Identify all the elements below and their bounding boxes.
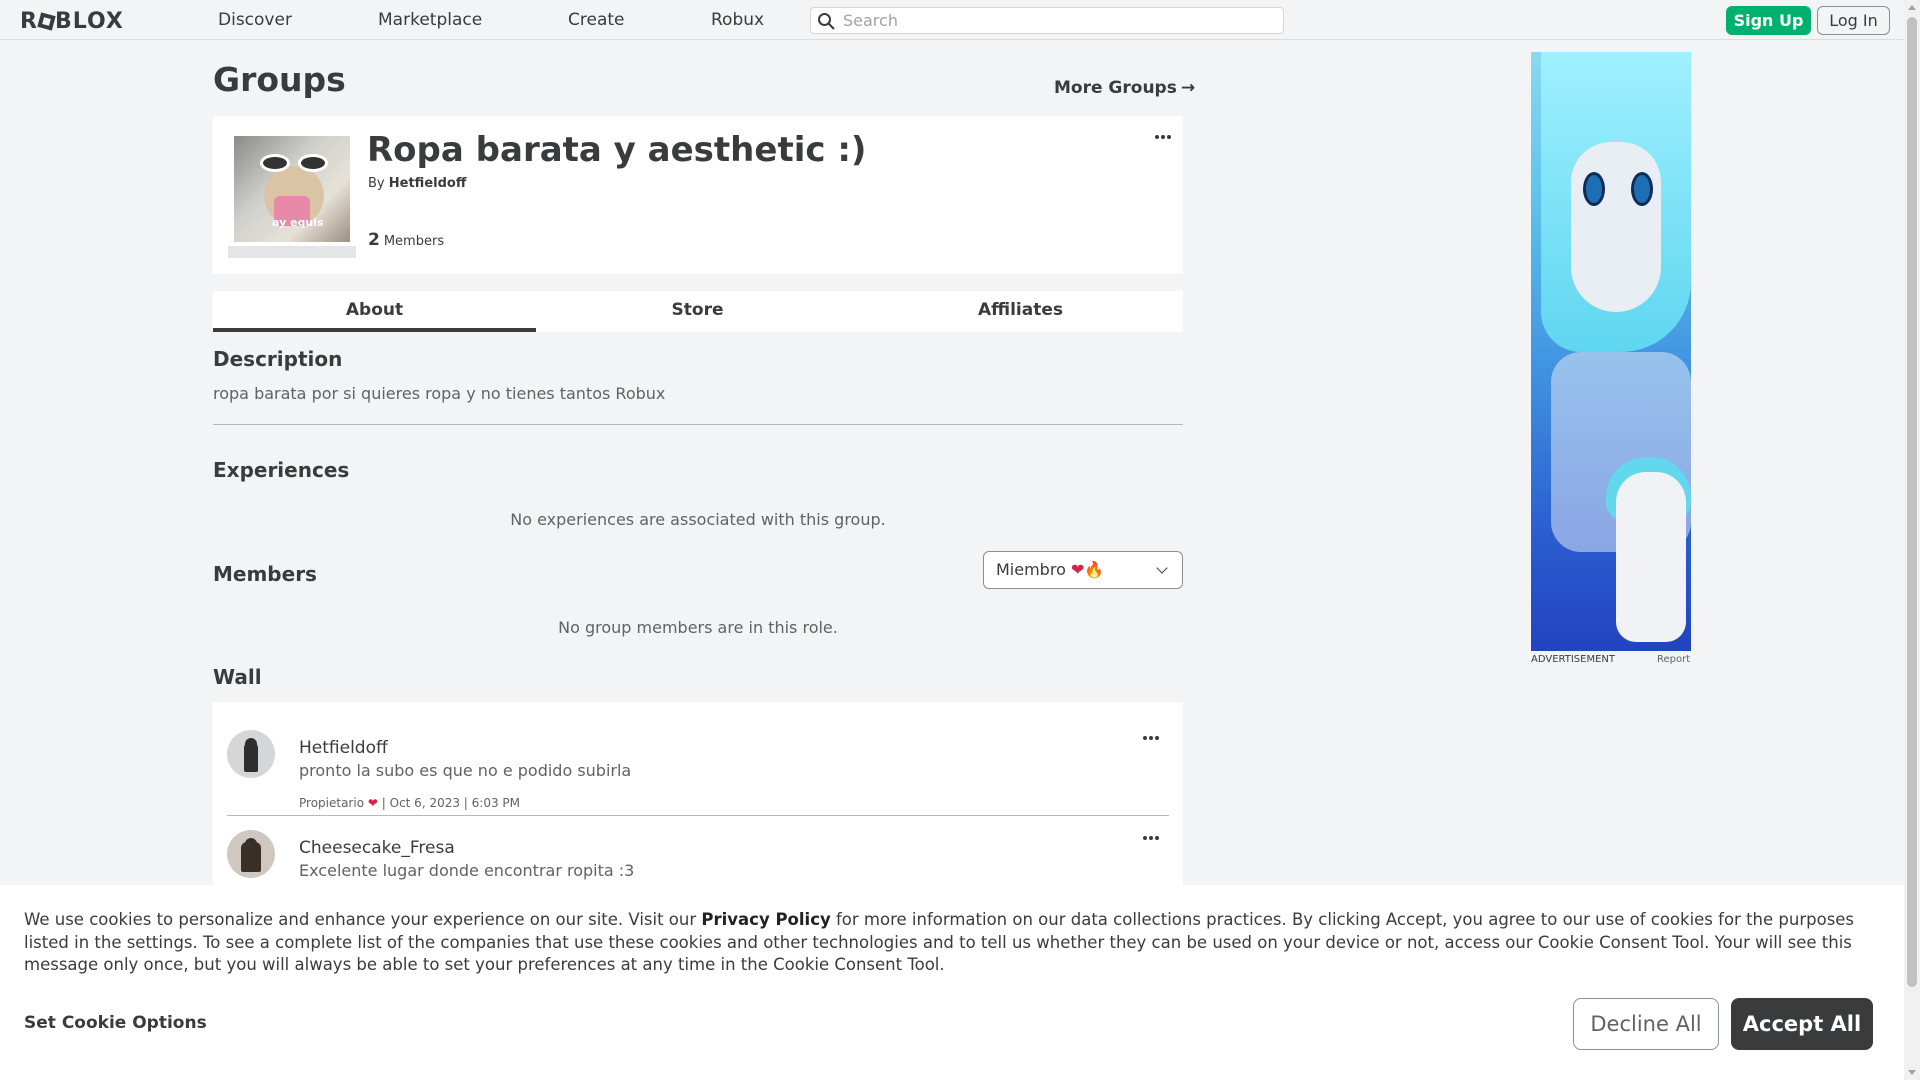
advertisement-banner[interactable] — [1531, 52, 1691, 651]
page-scrollbar[interactable] — [1904, 0, 1920, 1080]
ad-report-link[interactable]: Report — [1657, 654, 1690, 665]
login-button[interactable]: Log In — [1817, 6, 1890, 35]
owner-link[interactable]: Hetfieldoff — [389, 176, 467, 191]
group-tabs: About Store Affiliates — [213, 291, 1183, 332]
avatar-figure — [241, 842, 261, 872]
avatar[interactable] — [227, 730, 275, 778]
search-box — [810, 7, 1284, 34]
flame-icon: 🔥 — [1084, 560, 1105, 579]
post-more-options-icon[interactable] — [1143, 736, 1163, 742]
post-timestamp: | Oct 6, 2023 | 6:03 PM — [381, 796, 521, 810]
post-username[interactable]: Cheesecake_Fresa — [299, 838, 455, 858]
scrollbar-thumb[interactable] — [1907, 17, 1917, 987]
top-navigation-bar: R BLOX Discover Marketplace Create Robux … — [0, 0, 1904, 40]
chevron-down-icon — [1156, 562, 1168, 574]
experiences-heading: Experiences — [213, 458, 350, 482]
thumbnail-base — [228, 246, 356, 258]
cookie-message: We use cookies to personalize and enhanc… — [24, 909, 1888, 977]
experiences-empty-message: No experiences are associated with this … — [510, 510, 886, 529]
scroll-down-arrow-icon[interactable] — [1908, 1070, 1916, 1075]
decline-all-button[interactable]: Decline All — [1573, 998, 1719, 1050]
group-thumbnail: ay equis — [234, 136, 350, 242]
member-count-number: 2 — [368, 230, 380, 250]
avatar-figure — [244, 742, 258, 772]
advertisement-label: ADVERTISEMENT — [1531, 654, 1616, 665]
signup-button[interactable]: Sign Up — [1726, 6, 1811, 35]
group-wall: Hetfieldoff pronto la subo es que no e p… — [213, 702, 1183, 902]
group-header-card: ay equis Ropa barata y aesthetic :) By H… — [213, 116, 1183, 274]
post-more-options-icon[interactable] — [1143, 836, 1163, 842]
thumbnail-caption: ay equis — [272, 216, 324, 229]
post-username[interactable]: Hetfieldoff — [299, 738, 388, 758]
post-meta: Propietario ❤ | Oct 6, 2023 | 6:03 PM — [299, 796, 520, 810]
nav-marketplace[interactable]: Marketplace — [378, 10, 482, 30]
heart-icon: ❤ — [367, 796, 378, 810]
arrow-right-icon: → — [1180, 78, 1196, 98]
post-divider — [227, 815, 1169, 816]
member-count-label: Members — [383, 234, 445, 249]
tab-about[interactable]: About — [213, 291, 536, 332]
ad-art-eye — [1631, 172, 1653, 206]
description-text: ropa barata por si quieres ropa y no tie… — [213, 384, 666, 403]
nav-robux[interactable]: Robux — [711, 10, 764, 30]
tab-affiliates[interactable]: Affiliates — [859, 291, 1182, 332]
accept-all-button[interactable]: Accept All — [1731, 998, 1873, 1050]
post-body: Excelente lugar donde encontrar ropita :… — [299, 861, 635, 880]
divider — [213, 424, 1183, 425]
cookie-text-part1: We use cookies to personalize and enhanc… — [24, 910, 702, 929]
post-body: pronto la subo es que no e podido subirl… — [299, 761, 632, 780]
members-heading: Members — [213, 562, 317, 586]
role-dropdown[interactable]: Miembro ❤🔥 — [983, 551, 1183, 589]
privacy-policy-link[interactable]: Privacy Policy — [701, 910, 830, 929]
by-prefix: By — [368, 176, 385, 191]
search-icon — [818, 13, 835, 30]
tab-store[interactable]: Store — [536, 291, 859, 332]
post-role: Propietario — [299, 796, 365, 810]
nav-create[interactable]: Create — [568, 10, 625, 30]
more-groups-link[interactable]: More Groups → — [1054, 78, 1195, 98]
page-title: Groups — [213, 60, 346, 99]
ad-art-chibi — [1616, 472, 1686, 642]
sunglasses-graphic — [260, 154, 330, 174]
search-input[interactable] — [843, 10, 1273, 31]
more-options-icon[interactable] — [1155, 135, 1175, 141]
member-count: 2 Members — [368, 230, 444, 250]
avatar[interactable] — [227, 830, 275, 878]
description-heading: Description — [213, 347, 343, 371]
more-groups-label: More Groups — [1054, 78, 1177, 98]
ad-art-face — [1571, 142, 1661, 312]
members-empty-message: No group members are in this role. — [558, 618, 838, 637]
role-selected-label: Miembro — [996, 560, 1066, 579]
group-owner-line: By Hetfieldoff — [368, 176, 466, 191]
wall-heading: Wall — [213, 665, 262, 689]
heart-icon: ❤ — [1070, 560, 1085, 579]
set-cookie-options-link[interactable]: Set Cookie Options — [24, 1013, 207, 1033]
group-name: Ropa barata y aesthetic :) — [367, 130, 867, 170]
roblox-logo[interactable]: R BLOX — [20, 9, 124, 34]
ad-art-eye — [1583, 172, 1605, 206]
nav-discover[interactable]: Discover — [218, 10, 292, 30]
cookie-banner: We use cookies to personalize and enhanc… — [0, 885, 1904, 1080]
scroll-up-arrow-icon[interactable] — [1908, 5, 1916, 10]
